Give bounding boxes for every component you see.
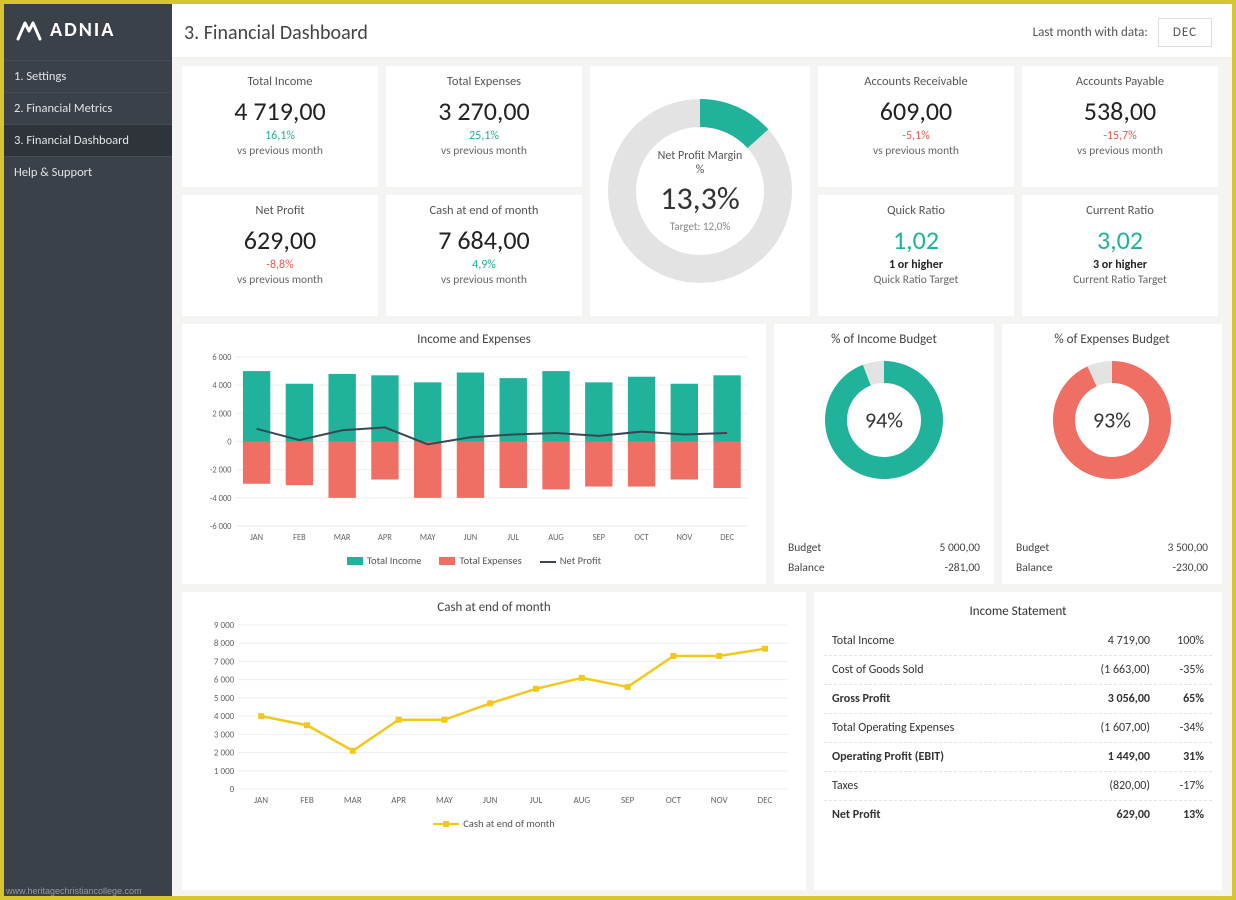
- income-statement: Income Statement Total Income4 719,00100…: [814, 592, 1222, 890]
- income-statement-row: Gross Profit3 056,0065%: [824, 685, 1212, 714]
- svg-text:FEB: FEB: [293, 533, 306, 543]
- chart-cash-end: Cash at end of month 01 0002 0003 0004 0…: [182, 592, 806, 890]
- last-month-label: Last month with data:: [1033, 25, 1148, 40]
- income-statement-row: Total Operating Expenses(1 607,00)-34%: [824, 714, 1212, 743]
- sidebar-item-2[interactable]: 3. Financial Dashboard: [4, 124, 172, 156]
- svg-text:4 000: 4 000: [212, 381, 232, 391]
- svg-text:JAN: JAN: [250, 533, 263, 543]
- svg-text:NOV: NOV: [676, 533, 692, 543]
- kpi-accounts-receivable: Accounts Receivable 609,00 -5,1% vs prev…: [818, 66, 1014, 187]
- svg-text:-6 000: -6 000: [210, 522, 232, 532]
- svg-text:MAR: MAR: [344, 795, 362, 806]
- svg-text:2 000: 2 000: [212, 409, 232, 419]
- logo-icon: [16, 19, 42, 41]
- svg-text:6 000: 6 000: [214, 675, 235, 686]
- svg-text:OCT: OCT: [666, 795, 682, 806]
- svg-text:DEC: DEC: [720, 533, 734, 543]
- svg-text:FEB: FEB: [300, 795, 314, 806]
- svg-text:APR: APR: [378, 533, 392, 543]
- svg-text:MAR: MAR: [334, 533, 351, 543]
- svg-text:MAY: MAY: [420, 533, 436, 543]
- sidebar: ADNIA 1. Settings2. Financial Metrics3. …: [4, 4, 172, 896]
- page-header: 3. Financial Dashboard Last month with d…: [172, 4, 1232, 58]
- svg-text:0: 0: [227, 437, 232, 447]
- svg-text:8 000: 8 000: [214, 638, 235, 649]
- donut-income-budget: % of Income Budget 94% Budget5 000,00 Ba…: [774, 324, 994, 584]
- svg-text:1 000: 1 000: [214, 766, 235, 777]
- svg-text:7 000: 7 000: [214, 656, 235, 667]
- kpi-total-expenses: Total Expenses 3 270,00 25,1% vs previou…: [386, 66, 582, 187]
- svg-text:9 000: 9 000: [214, 620, 235, 631]
- income-statement-row: Total Income4 719,00100%: [824, 627, 1212, 656]
- svg-text:SEP: SEP: [621, 795, 635, 806]
- svg-text:5 000: 5 000: [214, 693, 235, 704]
- svg-text:-2 000: -2 000: [210, 465, 232, 475]
- svg-text:AUG: AUG: [548, 533, 564, 543]
- donut-expenses-budget: % of Expenses Budget 93% Budget3 500,00 …: [1002, 324, 1222, 584]
- svg-text:MAY: MAY: [436, 795, 453, 806]
- svg-text:-4 000: -4 000: [210, 494, 232, 504]
- svg-text:JUL: JUL: [507, 533, 519, 543]
- svg-text:0: 0: [230, 784, 235, 795]
- kpi-total-income: Total Income 4 719,00 16,1% vs previous …: [182, 66, 378, 187]
- svg-text:JUN: JUN: [483, 795, 498, 806]
- svg-text:SEP: SEP: [593, 533, 606, 543]
- income-statement-row: Net Profit629,0013%: [824, 801, 1212, 829]
- chart-income-expenses: Income and Expenses -6 000-4 000-2 00002…: [182, 324, 766, 584]
- month-selector[interactable]: DEC: [1158, 18, 1212, 47]
- svg-text:DEC: DEC: [758, 795, 773, 806]
- svg-text:3 000: 3 000: [214, 729, 235, 740]
- income-statement-row: Cost of Goods Sold(1 663,00)-35%: [824, 656, 1212, 685]
- svg-text:2 000: 2 000: [214, 748, 235, 759]
- brand-logo: ADNIA: [4, 4, 172, 60]
- income-statement-row: Operating Profit (EBIT)1 449,0031%: [824, 743, 1212, 772]
- sidebar-item-3[interactable]: Help & Support: [4, 156, 172, 188]
- svg-text:OCT: OCT: [634, 533, 649, 543]
- sidebar-item-0[interactable]: 1. Settings: [4, 60, 172, 92]
- svg-text:JAN: JAN: [254, 795, 268, 806]
- gauge-net-profit-margin: Net Profit Margin % 13,3% Target: 12,0%: [590, 66, 810, 316]
- svg-text:NOV: NOV: [711, 795, 729, 806]
- kpi-quick-ratio: Quick Ratio 1,02 1 or higher Quick Ratio…: [818, 195, 1014, 316]
- income-statement-row: Taxes(820,00)-17%: [824, 772, 1212, 801]
- kpi-current-ratio: Current Ratio 3,02 3 or higher Current R…: [1022, 195, 1218, 316]
- svg-text:JUN: JUN: [464, 533, 478, 543]
- sidebar-item-1[interactable]: 2. Financial Metrics: [4, 92, 172, 124]
- kpi-cash-end: Cash at end of month 7 684,00 4,9% vs pr…: [386, 195, 582, 316]
- watermark: www.heritagechristiancollege.com: [6, 886, 142, 896]
- svg-text:4 000: 4 000: [214, 711, 235, 722]
- brand-name: ADNIA: [50, 18, 115, 42]
- svg-text:6 000: 6 000: [212, 353, 232, 363]
- page-title: 3. Financial Dashboard: [184, 21, 368, 45]
- kpi-net-profit: Net Profit 629,00 -8,8% vs previous mont…: [182, 195, 378, 316]
- svg-text:JUL: JUL: [530, 795, 543, 806]
- kpi-accounts-payable: Accounts Payable 538,00 -15,7% vs previo…: [1022, 66, 1218, 187]
- svg-text:AUG: AUG: [574, 795, 591, 806]
- svg-text:APR: APR: [391, 795, 406, 806]
